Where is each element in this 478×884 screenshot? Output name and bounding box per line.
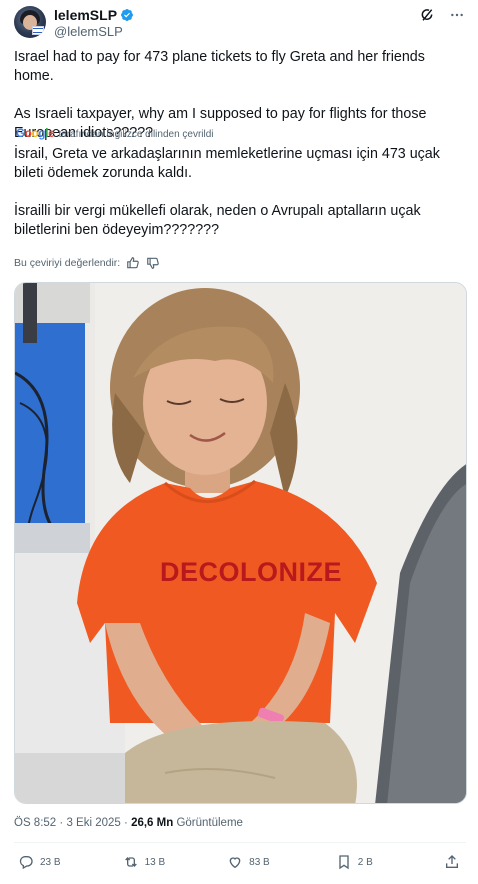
author-handle[interactable]: @lelemSLP [54, 24, 123, 39]
tweet-timestamp: ÖS 8:52 · 3 Eki 2025 · 26,6 Mn Görüntüle… [14, 817, 243, 829]
repost-count: 13 B [144, 856, 166, 868]
like-button[interactable]: 83 B [227, 854, 270, 870]
author-name-line[interactable]: lelemSLP [54, 7, 134, 23]
translated-text: İsrail, Greta ve arkadaşlarının memleket… [14, 145, 466, 259]
thumbs-down-icon[interactable] [146, 256, 160, 270]
views-label: Görüntüleme [176, 817, 243, 829]
rate-translation: Bu çeviriyi değerlendir: [14, 256, 160, 270]
shirt-text: DECOLONIZE [160, 557, 342, 587]
tweet-header: lelemSLP @lelemSLP [14, 6, 466, 42]
action-bar: 23 B 13 B 83 B 2 B [14, 854, 466, 870]
reply-count: 23 B [40, 856, 61, 868]
translation-attribution: Google tarafından İngilizce dilinden çev… [16, 128, 214, 140]
display-name[interactable]: lelemSLP [54, 7, 117, 23]
heart-icon [229, 857, 241, 869]
translated-line: İsrail, Greta ve arkadaşlarının memleket… [14, 146, 440, 181]
bookmark-icon [339, 855, 349, 870]
reply-icon [19, 856, 33, 870]
tweet-date[interactable]: 3 Eki 2025 [66, 817, 120, 829]
share-button[interactable] [444, 854, 460, 870]
photo-image: DECOLONIZE [15, 283, 466, 803]
meta-separator: · [59, 817, 64, 829]
bookmark-button[interactable]: 2 B [336, 854, 373, 870]
more-icon[interactable] [448, 6, 466, 24]
rate-label: Bu çeviriyi değerlendir: [14, 257, 121, 269]
translation-note[interactable]: tarafından İngilizce dilinden çevrildi [58, 129, 213, 140]
thumbs-up-icon[interactable] [126, 256, 140, 270]
tweet-photo[interactable]: DECOLONIZE [14, 282, 467, 804]
divider [14, 842, 466, 843]
reply-button[interactable]: 23 B [18, 854, 61, 870]
share-icon [446, 855, 458, 868]
view-count: 26,6 Mn [131, 817, 174, 829]
bookmark-count: 2 B [357, 856, 373, 868]
repost-button[interactable]: 13 B [123, 854, 166, 870]
avatar[interactable] [14, 6, 46, 38]
google-logo-icon: Google [16, 128, 55, 140]
verified-badge-icon [121, 9, 134, 21]
tweet-line: Israel had to pay for 473 plane tickets … [14, 49, 425, 84]
translated-line: İsrailli bir vergi mükellefi olarak, ned… [14, 203, 421, 238]
meta-separator: · [124, 817, 128, 829]
grok-icon[interactable] [418, 6, 436, 24]
like-count: 83 B [249, 856, 270, 868]
tweet-time[interactable]: ÖS 8:52 [14, 817, 56, 829]
repost-icon [124, 857, 137, 867]
